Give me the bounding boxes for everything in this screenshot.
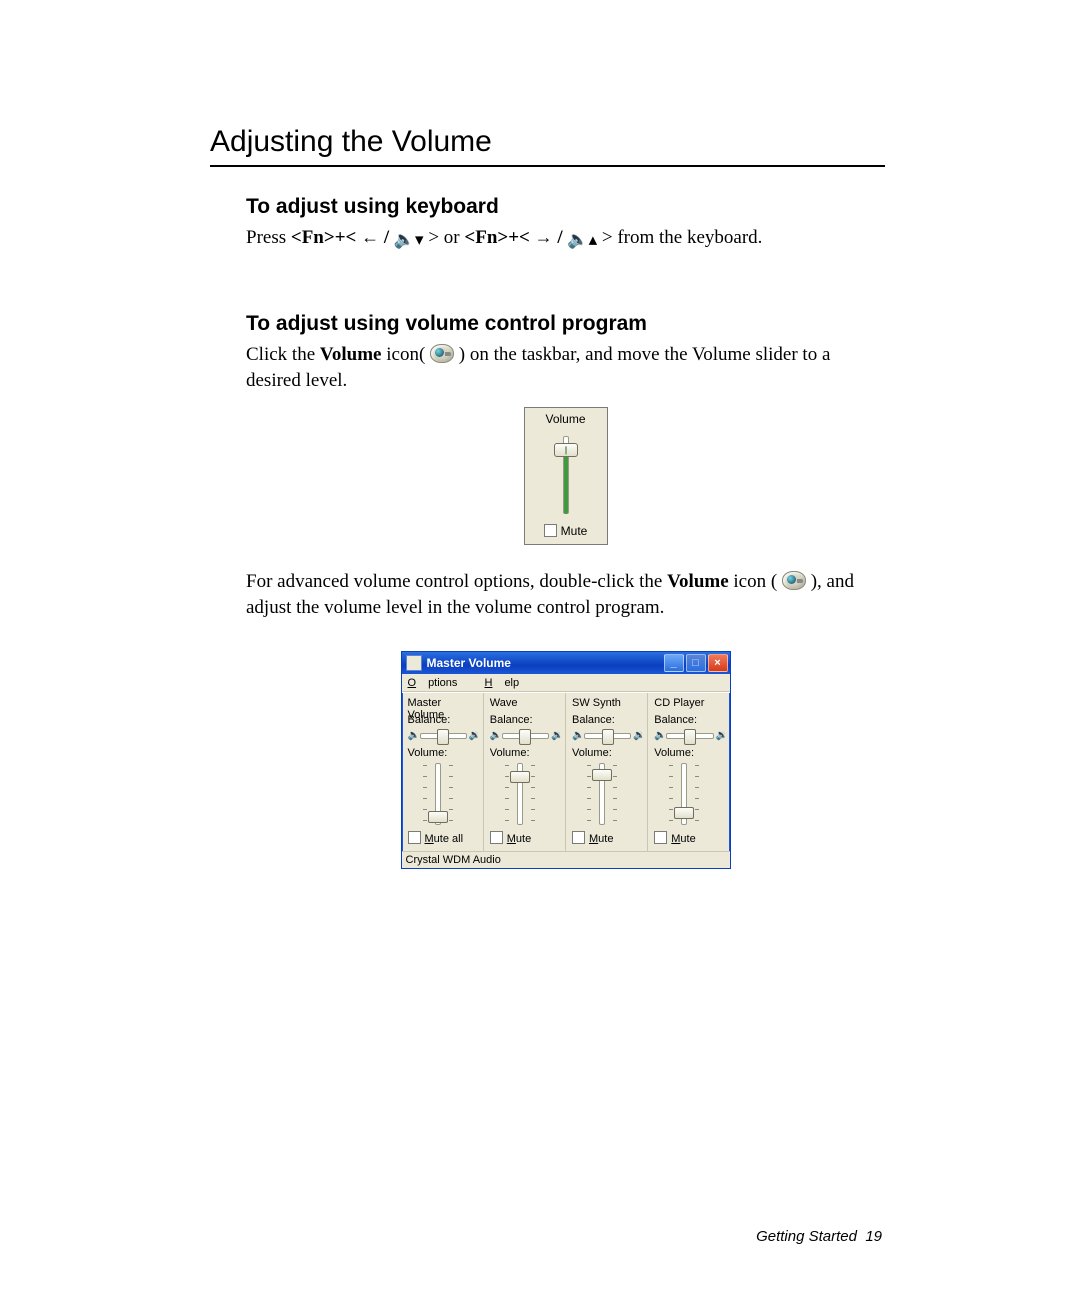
speaker-left-icon: 🔈	[654, 730, 664, 741]
speaker-right-icon: 🔉	[633, 730, 643, 741]
channel-2: SW SynthBalance:🔈🔉Volume:Mute	[566, 693, 648, 851]
channel-1: WaveBalance:🔈🔉Volume:Mute	[484, 693, 566, 851]
text: > or	[428, 227, 464, 248]
mute-checkbox-row[interactable]: Mute	[528, 524, 604, 538]
arrow-right-icon: →	[535, 227, 553, 247]
window-title: Master Volume	[427, 656, 662, 670]
volume-slider[interactable]	[582, 761, 622, 827]
mute-row[interactable]: Mute	[654, 831, 725, 845]
channel-name: CD Player	[654, 697, 725, 710]
channel-3: CD PlayerBalance:🔈🔉Volume:Mute	[648, 693, 729, 851]
balance-label: Balance:	[490, 714, 561, 726]
volume-up-icon: 🔈▴	[567, 229, 597, 252]
program-instruction-2: For advanced volume control options, dou…	[246, 569, 885, 620]
status-bar: Crystal WDM Audio	[402, 851, 730, 868]
page-title: Adjusting the Volume	[210, 125, 885, 159]
text: icon (	[733, 571, 777, 592]
close-button[interactable]: ×	[708, 654, 728, 672]
channel-name: SW Synth	[572, 697, 643, 710]
volume-label: Volume:	[572, 747, 643, 759]
volume-label: Volume:	[490, 747, 561, 759]
mute-checkbox[interactable]	[572, 831, 585, 844]
text: icon(	[386, 344, 425, 365]
speaker-right-icon: 🔉	[716, 730, 726, 741]
tray-volume-icon	[782, 571, 806, 590]
mute-label: Mute	[507, 833, 531, 845]
mute-checkbox[interactable]	[408, 831, 421, 844]
text-bold: Volume	[320, 344, 382, 365]
arrow-left-icon: ←	[361, 227, 379, 247]
keyboard-instruction: Press <Fn>+< ← / 🔈▾ > or <Fn>+< → / 🔈▴ >…	[246, 225, 885, 252]
balance-slider[interactable]: 🔈🔉	[572, 727, 643, 745]
volume-label: Volume:	[654, 747, 725, 759]
channel-0: Master VolumeBalance:🔈🔉Volume:Mute all	[402, 693, 484, 851]
page-footer: Getting Started 19	[756, 1228, 882, 1245]
menu-options[interactable]: Options	[408, 677, 470, 689]
text-bold: Volume	[667, 571, 729, 592]
channel-name: Wave	[490, 697, 561, 710]
volume-slider[interactable]	[549, 432, 583, 518]
mute-label: Mute	[561, 524, 588, 538]
program-instruction-1: Click the Volume icon( ) on the taskbar,…	[246, 342, 885, 393]
speaker-left-icon: 🔈	[572, 730, 582, 741]
volume-slider[interactable]	[418, 761, 458, 827]
mute-checkbox[interactable]	[654, 831, 667, 844]
text: > from the keyboard.	[602, 227, 763, 248]
tray-volume-icon	[430, 344, 454, 363]
text: Press	[246, 227, 291, 248]
text: For advanced volume control options, dou…	[246, 571, 667, 592]
minimize-button[interactable]: _	[664, 654, 684, 672]
footer-section: Getting Started	[756, 1228, 857, 1245]
title-rule	[210, 165, 885, 167]
channel-columns: Master VolumeBalance:🔈🔉Volume:Mute allWa…	[402, 692, 730, 851]
key-combo-1: <Fn>+<	[291, 227, 356, 248]
mute-checkbox[interactable]	[544, 524, 557, 537]
section-program-heading: To adjust using volume control program	[246, 312, 885, 336]
menu-bar[interactable]: Options Help	[402, 674, 730, 692]
master-volume-window: Master Volume _ □ × Options Help Master …	[401, 651, 731, 869]
balance-label: Balance:	[408, 714, 479, 726]
volume-slider[interactable]	[664, 761, 704, 827]
volume-popup: Volume Mute	[524, 407, 608, 545]
mute-row[interactable]: Mute all	[408, 831, 479, 845]
speaker-left-icon: 🔈	[408, 730, 418, 741]
volume-slider[interactable]	[500, 761, 540, 827]
speaker-right-icon: 🔉	[551, 730, 561, 741]
balance-slider[interactable]: 🔈🔉	[654, 727, 725, 745]
app-icon	[406, 655, 422, 671]
mute-label: Mute	[671, 833, 695, 845]
channel-name: Master Volume	[408, 697, 479, 710]
maximize-button[interactable]: □	[686, 654, 706, 672]
speaker-left-icon: 🔈	[490, 730, 500, 741]
balance-slider[interactable]: 🔈🔉	[490, 727, 561, 745]
volume-down-icon: 🔈▾	[394, 229, 424, 252]
volume-label: Volume:	[408, 747, 479, 759]
balance-label: Balance:	[654, 714, 725, 726]
section-keyboard-heading: To adjust using keyboard	[246, 195, 885, 219]
mute-label: Mute all	[425, 833, 464, 845]
balance-slider[interactable]: 🔈🔉	[408, 727, 479, 745]
titlebar[interactable]: Master Volume _ □ ×	[402, 652, 730, 674]
mute-row[interactable]: Mute	[490, 831, 561, 845]
mute-checkbox[interactable]	[490, 831, 503, 844]
menu-help[interactable]: Help	[484, 677, 531, 689]
mute-label: Mute	[589, 833, 613, 845]
speaker-right-icon: 🔉	[469, 730, 479, 741]
key-combo-2: <Fn>+<	[464, 227, 529, 248]
text: Click the	[246, 344, 320, 365]
footer-page-number: 19	[865, 1228, 882, 1245]
mute-row[interactable]: Mute	[572, 831, 643, 845]
volume-popup-title: Volume	[528, 412, 604, 426]
balance-label: Balance:	[572, 714, 643, 726]
